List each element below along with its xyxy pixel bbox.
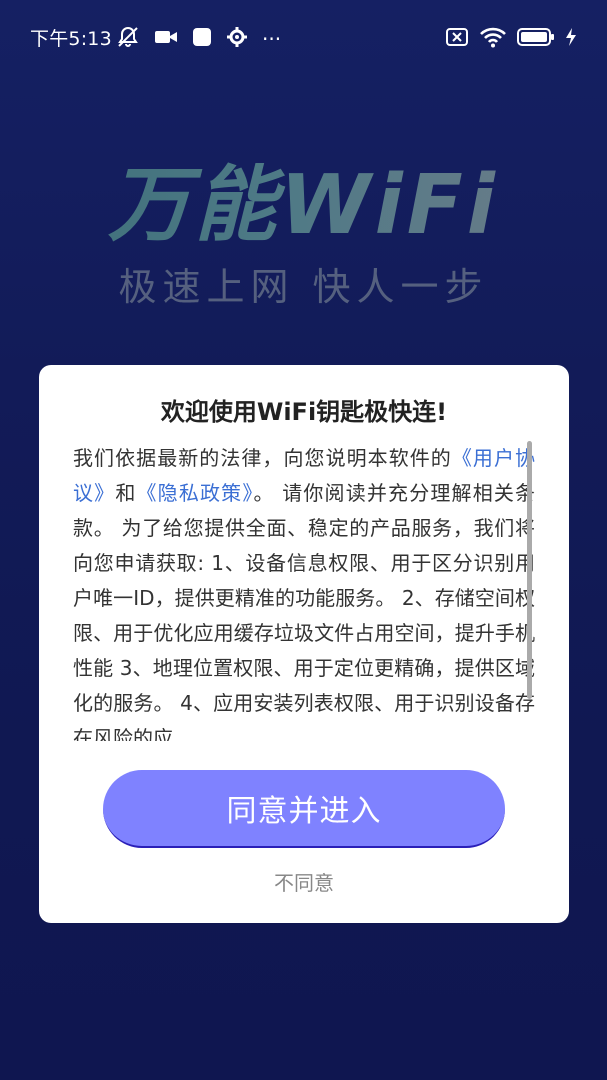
video-icon [154,28,178,50]
status-bar: 下午5:13 ··· [0,0,607,76]
brand-title: 万能WiFi [0,138,607,257]
dialog-title: 欢迎使用WiFi钥匙极快连! [160,398,448,426]
charging-icon [565,27,577,51]
wifi-icon [479,26,507,52]
settings-icon [226,26,248,52]
battery-icon [517,27,555,51]
body-and: 和 [115,481,137,505]
body-intro: 我们依据最新的法律，向您说明本软件的 [73,446,452,470]
more-dots-icon: ··· [262,27,282,51]
privacy-policy-link[interactable]: 《隐私政策》 [137,481,254,505]
dialog-body[interactable]: 我们依据最新的法律，向您说明本软件的《用户协议》和《隐私政策》。 请你阅读并充分… [73,441,535,741]
privacy-dialog: 欢迎使用WiFi钥匙极快连! 我们依据最新的法律，向您说明本软件的《用户协议》和… [39,365,569,923]
status-time: 下午5:13 [30,28,112,50]
brand-subtitle: 极速上网 快人一步 [118,265,489,309]
mute-icon [116,26,140,52]
disagree-link[interactable]: 不同意 [39,867,569,896]
dialog-scrollbar[interactable] [527,441,532,699]
app-square-icon [192,27,212,51]
agree-button[interactable]: 同意并进入 [103,770,505,848]
sim-disabled-icon [445,27,469,51]
body-rest: 。 请你阅读并充分理解相关条款。 为了给您提供全面、稳定的产品服务，我们将向您申… [73,481,535,741]
